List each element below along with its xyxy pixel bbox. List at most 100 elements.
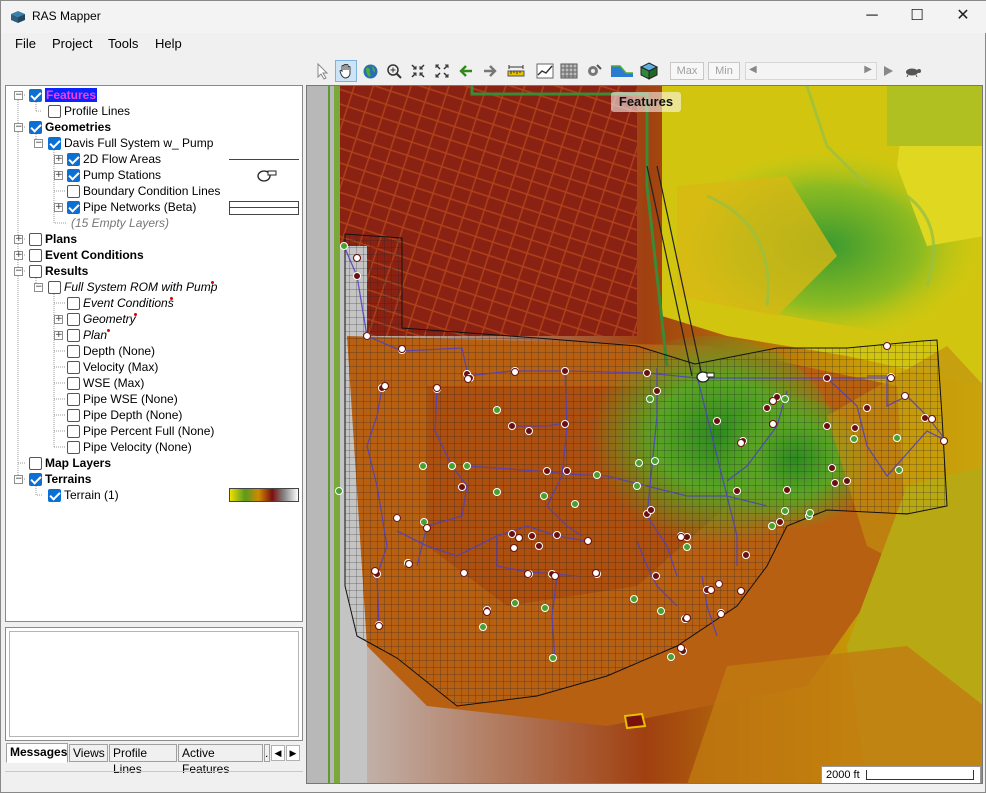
tree-label-r-wse[interactable]: WSE (Max) — [83, 376, 144, 390]
expander-2d-flow-areas[interactable]: + — [54, 155, 63, 164]
globe-icon[interactable] — [359, 60, 381, 82]
checkbox-geometry-item[interactable] — [48, 137, 61, 150]
tree-label-r-pipe-pct[interactable]: Pipe Percent Full (None) — [83, 424, 214, 438]
checkbox-event-conditions[interactable] — [29, 249, 42, 262]
tree-label-geometry-item[interactable]: Davis Full System w_ Pump — [64, 136, 213, 150]
expander-r-geometry[interactable]: + — [54, 315, 63, 324]
tree-label-boundary-lines[interactable]: Boundary Condition Lines — [83, 184, 220, 198]
animation-speed-turtle-icon[interactable] — [901, 60, 925, 82]
maximize-button[interactable]: ☐ — [894, 1, 940, 33]
map-view[interactable]: Features 2000 ft — [306, 85, 983, 784]
checkbox-pump-stations[interactable] — [67, 169, 80, 182]
expander-plans[interactable]: + — [14, 235, 23, 244]
measure-ruler-icon[interactable] — [505, 60, 527, 82]
expander-pipe-networks[interactable]: + — [54, 203, 63, 212]
checkbox-results[interactable] — [29, 265, 42, 278]
tab-scroll-left-icon[interactable]: ◀ — [271, 745, 285, 761]
terrain-profile-icon[interactable] — [609, 60, 635, 82]
close-button[interactable]: ✕ — [940, 1, 986, 33]
tree-label-empty-layers[interactable]: (15 Empty Layers) — [71, 216, 169, 230]
tree-label-terrain-item[interactable]: Terrain (1) — [64, 488, 119, 502]
raster-grid-icon[interactable] — [558, 60, 580, 82]
checkbox-boundary-lines[interactable] — [67, 185, 80, 198]
tree-label-pipe-networks[interactable]: Pipe Networks (Beta) — [83, 200, 196, 214]
tree-label-result-item[interactable]: Full System ROM with Pump — [64, 280, 217, 294]
checkbox-r-wse[interactable] — [67, 377, 80, 390]
forward-arrow-icon[interactable] — [479, 60, 501, 82]
tree-label-r-pipe-wse[interactable]: Pipe WSE (None) — [83, 392, 178, 406]
tab-active-features[interactable]: Active Features — [178, 744, 263, 776]
expander-geometry-item[interactable]: − — [34, 139, 43, 148]
tree-label-event-conditions[interactable]: Event Conditions — [45, 248, 144, 262]
checkbox-map-layers[interactable] — [29, 457, 42, 470]
tree-label-geometries[interactable]: Geometries — [45, 120, 111, 134]
checkbox-result-item[interactable] — [48, 281, 61, 294]
expander-features[interactable]: − — [14, 91, 23, 100]
checkbox-geometries[interactable] — [29, 121, 42, 134]
max-button[interactable]: Max — [670, 62, 704, 80]
messages-textbox[interactable] — [9, 631, 299, 737]
menu-project[interactable]: Project — [52, 36, 92, 51]
tree-label-terrains[interactable]: Terrains — [45, 472, 91, 486]
zoom-extent-icon[interactable] — [407, 60, 429, 82]
tree-label-profile-lines[interactable]: Profile Lines — [64, 104, 130, 118]
checkbox-plans[interactable] — [29, 233, 42, 246]
tree-label-r-event-conditions[interactable]: Event Conditions — [83, 296, 174, 310]
tree-label-2d-flow-areas[interactable]: 2D Flow Areas — [83, 152, 161, 166]
checkbox-2d-flow-areas[interactable] — [67, 153, 80, 166]
tree-label-r-pipe-vel[interactable]: Pipe Velocity (None) — [83, 440, 192, 454]
expander-geometries[interactable]: − — [14, 123, 23, 132]
select-arrow-icon[interactable] — [311, 60, 333, 82]
profile-chart-icon[interactable] — [534, 60, 556, 82]
zoom-in-icon[interactable] — [383, 60, 405, 82]
checkbox-r-pipe-wse[interactable] — [67, 393, 80, 406]
menu-tools[interactable]: Tools — [108, 36, 138, 51]
tree-label-map-layers[interactable]: Map Layers — [45, 456, 111, 470]
tree-label-plans[interactable]: Plans — [45, 232, 77, 246]
expander-results[interactable]: − — [14, 267, 23, 276]
checkbox-r-depth[interactable] — [67, 345, 80, 358]
checkbox-r-pipe-pct[interactable] — [67, 425, 80, 438]
expander-event-conditions[interactable]: + — [14, 251, 23, 260]
play-icon[interactable] — [877, 60, 899, 82]
checkbox-features[interactable] — [29, 89, 42, 102]
checkbox-profile-lines[interactable] — [48, 105, 61, 118]
slider-left-arrow-icon[interactable]: ◀ — [749, 64, 757, 75]
tree-label-pump-stations[interactable]: Pump Stations — [83, 168, 161, 182]
tree-label-r-pipe-depth[interactable]: Pipe Depth (None) — [83, 408, 182, 422]
checkbox-pipe-networks[interactable] — [67, 201, 80, 214]
min-button[interactable]: Min — [708, 62, 740, 80]
checkbox-r-geometry[interactable] — [67, 313, 80, 326]
menu-file[interactable]: File — [15, 36, 36, 51]
checkbox-r-plan[interactable] — [67, 329, 80, 342]
tools-gear-icon[interactable] — [582, 60, 604, 82]
checkbox-r-event-conditions[interactable] — [67, 297, 80, 310]
tree-label-r-geometry[interactable]: Geometry — [83, 312, 136, 326]
terrain-map[interactable] — [307, 86, 983, 784]
tree-label-r-velocity[interactable]: Velocity (Max) — [83, 360, 158, 374]
expander-pump-stations[interactable]: + — [54, 171, 63, 180]
tree-label-results[interactable]: Results — [45, 264, 88, 278]
full-extent-icon[interactable] — [431, 60, 453, 82]
expander-r-plan[interactable]: + — [54, 331, 63, 340]
tree-label-features[interactable]: Features — [45, 88, 98, 102]
tab-overflow[interactable]: . — [264, 744, 270, 762]
expander-terrains[interactable]: − — [14, 475, 23, 484]
checkbox-terrain-item[interactable] — [48, 489, 61, 502]
minimize-button[interactable]: ─ — [849, 1, 895, 33]
slider-right-arrow-icon[interactable]: ▶ — [864, 64, 872, 75]
checkbox-r-pipe-vel[interactable] — [67, 441, 80, 454]
tab-messages[interactable]: Messages — [6, 743, 68, 763]
tab-views[interactable]: Views — [69, 744, 108, 762]
pan-hand-icon[interactable] — [335, 60, 357, 82]
expander-result-item[interactable]: − — [34, 283, 43, 292]
tab-profile-lines[interactable]: Profile Lines — [109, 744, 177, 776]
3d-cube-icon[interactable] — [638, 60, 660, 82]
time-slider[interactable]: ◀ ▶ — [745, 62, 877, 80]
tree-label-r-plan[interactable]: Plan — [83, 328, 107, 342]
checkbox-terrains[interactable] — [29, 473, 42, 486]
checkbox-r-velocity[interactable] — [67, 361, 80, 374]
tree-label-r-depth[interactable]: Depth (None) — [83, 344, 155, 358]
checkbox-r-pipe-depth[interactable] — [67, 409, 80, 422]
menu-help[interactable]: Help — [155, 36, 182, 51]
